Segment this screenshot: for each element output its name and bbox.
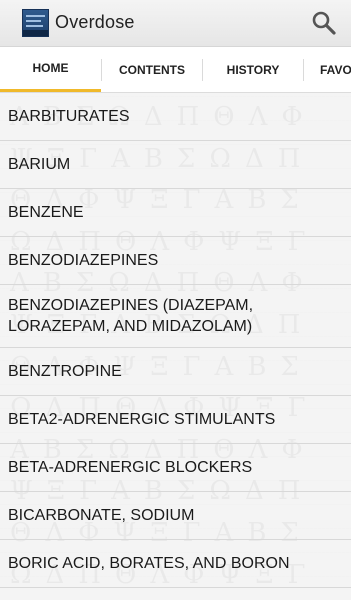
app-book-icon[interactable] [22, 9, 49, 37]
list-item[interactable]: BETA2-ADRENERGIC STIMULANTS [0, 396, 351, 444]
list-item[interactable]: BENZODIAZEPINES [0, 237, 351, 285]
app-title: Overdose [55, 12, 135, 32]
list-item-label: BARBITURATES [8, 107, 130, 125]
list-item-label: BENZODIAZEPINES [8, 251, 159, 269]
list-item[interactable]: BARBITURATES [0, 93, 351, 141]
search-icon[interactable] [311, 10, 337, 36]
list-item[interactable]: BORIC ACID, BORATES, AND BORON [0, 540, 351, 588]
list-item-label: BETA2-ADRENERGIC STIMULANTS [8, 410, 276, 428]
tab-bar: HOME CONTENTS HISTORY FAVOU [0, 47, 351, 93]
list-item-label: BICARBONATE, SODIUM [8, 506, 195, 524]
tab-contents-label: CONTENTS [119, 63, 185, 77]
app-bar: Overdose [0, 0, 351, 47]
list-item-label: BETA-ADRENERGIC BLOCKERS [8, 458, 253, 476]
list-item-label: BORIC ACID, BORATES, AND BORON [8, 554, 290, 572]
list-item[interactable]: BENZODIAZEPINES (DIAZEPAM, LORAZEPAM, AN… [0, 285, 351, 348]
list-item-label: BENZENE [8, 203, 84, 221]
tab-favourites-label: FAVOU [320, 63, 351, 77]
list-item-label: BENZTROPINE [8, 362, 122, 380]
tab-home-label: HOME [32, 61, 69, 75]
tab-contents[interactable]: CONTENTS [102, 47, 202, 92]
tab-history-label: HISTORY [226, 63, 280, 77]
list-item[interactable]: BENZTROPINE [0, 348, 351, 396]
list-item[interactable]: BENZENE [0, 189, 351, 237]
list-item[interactable]: BARIUM [0, 141, 351, 189]
tab-favourites[interactable]: FAVOU [304, 47, 351, 92]
list-item-label: BARIUM [8, 155, 71, 173]
list-item-label: BENZODIAZEPINES (DIAZEPAM, LORAZEPAM, AN… [8, 297, 254, 335]
list-item[interactable]: BICARBONATE, SODIUM [0, 492, 351, 540]
topic-list[interactable]: ΑΒΣΩΔΠΘΛΦΨΞΓΑΒΣΩΔΠΘΛΦΨΞΓΑΒΣΩΔΠΘΛΦΨΞΓΑΒΣΩ… [0, 93, 351, 600]
tab-home[interactable]: HOME [0, 47, 101, 92]
list-item[interactable]: BETA-ADRENERGIC BLOCKERS [0, 444, 351, 492]
tab-history[interactable]: HISTORY [203, 47, 303, 92]
